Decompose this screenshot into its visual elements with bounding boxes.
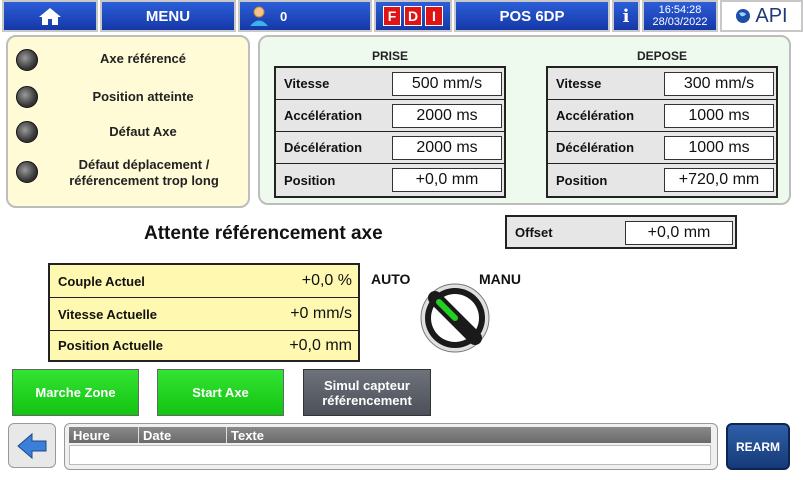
alarm-viewer: Heure Date Texte bbox=[64, 423, 718, 470]
back-button[interactable] bbox=[8, 423, 56, 468]
home-button[interactable] bbox=[2, 0, 98, 32]
simul-capteur-button[interactable]: Simul capteur référencement bbox=[303, 369, 431, 416]
datetime-display: 16:54:28 28/03/2022 bbox=[642, 0, 718, 32]
prise-position-label: Position bbox=[284, 172, 336, 188]
fdi-d: D bbox=[404, 6, 422, 26]
depose-acceleration-input[interactable]: 1000 ms bbox=[664, 104, 774, 128]
actual-row-position: Position Actuelle +0,0 mm bbox=[50, 331, 358, 360]
vitesse-actuelle-value: +0 mm/s bbox=[290, 305, 352, 322]
prise-acceleration-input[interactable]: 2000 ms bbox=[392, 104, 502, 128]
selector-knob-icon bbox=[420, 283, 490, 353]
rearm-label: REARM bbox=[736, 439, 780, 454]
start-axe-button[interactable]: Start Axe bbox=[157, 369, 284, 416]
prise-deceleration-label: Décélération bbox=[284, 140, 363, 155]
depose-acceleration-label: Accélération bbox=[556, 108, 635, 123]
prise-row-acceleration: Accélération 2000 ms bbox=[276, 100, 504, 132]
info-button[interactable]: i bbox=[612, 0, 640, 32]
depose-title: DEPOSE bbox=[636, 49, 687, 63]
api-logo: API bbox=[720, 0, 803, 32]
auto-label: AUTO bbox=[371, 271, 411, 287]
mode-selector-switch[interactable] bbox=[419, 282, 491, 354]
depose-row-vitesse: Vitesse 300 mm/s bbox=[548, 68, 776, 100]
time-text: 16:54:28 bbox=[658, 4, 702, 16]
screen-title-text: POS 6DP bbox=[499, 7, 565, 25]
prise-row-vitesse: Vitesse 500 mm/s bbox=[276, 68, 504, 100]
home-icon bbox=[39, 8, 61, 25]
rearm-button[interactable]: REARM bbox=[726, 423, 790, 470]
simul-line1: Simul capteur bbox=[324, 377, 410, 393]
depose-deceleration-input[interactable]: 1000 ms bbox=[664, 136, 774, 160]
marche-zone-button[interactable]: Marche Zone bbox=[12, 369, 139, 416]
actual-row-couple: Couple Actuel +0,0 % bbox=[50, 265, 358, 298]
arrow-left-icon bbox=[17, 432, 47, 459]
vitesse-actuelle-label: Vitesse Actuelle bbox=[58, 306, 157, 322]
position-actuelle-value: +0,0 mm bbox=[289, 336, 352, 354]
parameters-panel: PRISE DEPOSE Vitesse 500 mm/s Accélérati… bbox=[258, 35, 791, 205]
prise-row-deceleration: Décélération 2000 ms bbox=[276, 132, 504, 164]
actual-row-vitesse: Vitesse Actuelle +0 mm/s bbox=[50, 298, 358, 331]
status-led-defaut-axe bbox=[16, 121, 38, 143]
user-button[interactable]: 0 bbox=[238, 0, 372, 32]
date-text: 28/03/2022 bbox=[652, 16, 708, 28]
status-label-defaut-axe: Défaut Axe bbox=[109, 124, 177, 139]
prise-position-input[interactable]: +0,0 mm bbox=[392, 168, 502, 192]
status-led-defaut-deplacement bbox=[16, 161, 38, 183]
prise-row-position: Position +0,0 mm bbox=[276, 164, 504, 196]
depose-row-acceleration: Accélération 1000 ms bbox=[548, 100, 776, 132]
info-icon: i bbox=[622, 5, 630, 27]
main-status-text: Attente référencement axe bbox=[144, 223, 383, 244]
alarm-col-texte[interactable]: Texte bbox=[227, 427, 711, 443]
prise-table: Vitesse 500 mm/s Accélération 2000 ms Dé… bbox=[274, 66, 506, 198]
logo-text: API bbox=[755, 4, 788, 27]
status-label-defaut-deplacement: Défaut déplacement / référencement trop … bbox=[69, 157, 219, 188]
alarm-col-heure[interactable]: Heure bbox=[69, 427, 139, 443]
fdi-f: F bbox=[383, 6, 401, 26]
status-label-axe-reference: Axe référencé bbox=[100, 51, 186, 66]
prise-vitesse-input[interactable]: 500 mm/s bbox=[392, 72, 502, 96]
couple-actuel-value: +0,0 % bbox=[301, 272, 352, 289]
depose-table: Vitesse 300 mm/s Accélération 1000 ms Dé… bbox=[546, 66, 778, 198]
status-panel: Axe référencé Position atteinte Défaut A… bbox=[6, 35, 250, 208]
prise-deceleration-input[interactable]: 2000 ms bbox=[392, 136, 502, 160]
offset-box: Offset +0,0 mm bbox=[505, 215, 737, 249]
menu-button[interactable]: MENU bbox=[100, 0, 236, 32]
alarm-col-date[interactable]: Date bbox=[139, 427, 227, 443]
depose-position-input[interactable]: +720,0 mm bbox=[664, 168, 774, 192]
fdi-button[interactable]: F D I bbox=[374, 0, 452, 32]
user-icon bbox=[250, 6, 268, 26]
offset-label: Offset bbox=[515, 224, 553, 240]
menu-label: MENU bbox=[145, 7, 191, 25]
prise-acceleration-label: Accélération bbox=[284, 108, 363, 123]
depose-row-deceleration: Décélération 1000 ms bbox=[548, 132, 776, 164]
globe-icon bbox=[736, 9, 751, 23]
actuals-table: Couple Actuel +0,0 % Vitesse Actuelle +0… bbox=[48, 263, 360, 362]
depose-vitesse-input[interactable]: 300 mm/s bbox=[664, 72, 774, 96]
depose-position-label: Position bbox=[556, 172, 608, 188]
status-led-position-atteinte bbox=[16, 86, 38, 108]
couple-actuel-label: Couple Actuel bbox=[58, 273, 145, 289]
status-led-axe-reference bbox=[16, 49, 38, 71]
user-count: 0 bbox=[280, 8, 288, 24]
fdi-i: I bbox=[425, 6, 443, 26]
prise-vitesse-label: Vitesse bbox=[284, 76, 330, 91]
simul-line2: référencement bbox=[322, 392, 412, 408]
status-label-position-atteinte: Position atteinte bbox=[92, 89, 194, 104]
depose-vitesse-label: Vitesse bbox=[556, 76, 602, 91]
depose-deceleration-label: Décélération bbox=[556, 140, 635, 155]
depose-row-position: Position +720,0 mm bbox=[548, 164, 776, 196]
alarm-list[interactable] bbox=[69, 445, 711, 465]
screen-title: POS 6DP bbox=[454, 0, 610, 32]
prise-title: PRISE bbox=[371, 49, 408, 63]
position-actuelle-label: Position Actuelle bbox=[58, 338, 163, 353]
offset-input[interactable]: +0,0 mm bbox=[625, 221, 733, 245]
alarm-header: Heure Date Texte bbox=[69, 427, 711, 443]
